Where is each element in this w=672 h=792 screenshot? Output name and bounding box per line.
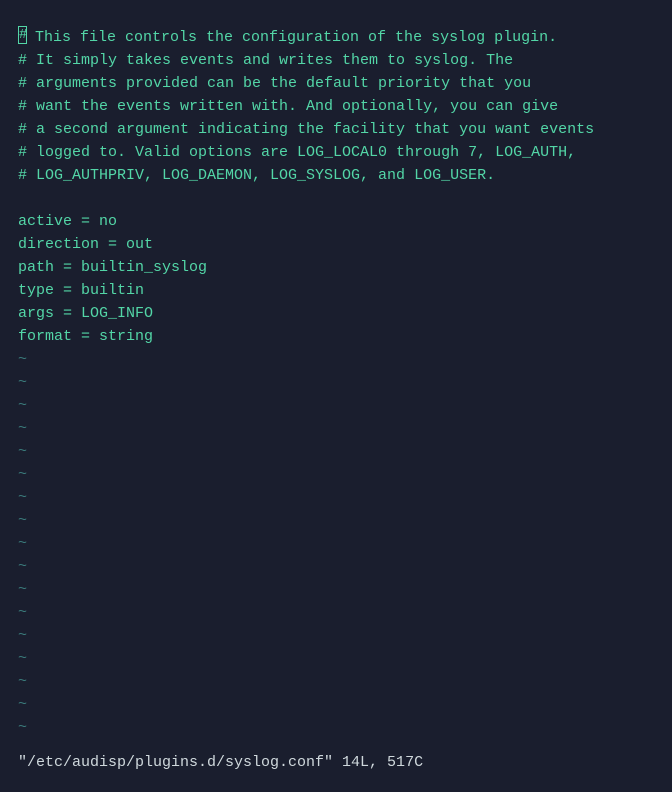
empty-line-marker: ~ <box>18 716 654 739</box>
line-2[interactable]: # It simply takes events and writes them… <box>18 49 654 72</box>
line-1-text: This file controls the configuration of … <box>26 29 557 46</box>
editor-buffer[interactable]: # This file controls the configuration o… <box>18 26 654 739</box>
empty-line-marker: ~ <box>18 509 654 532</box>
line-13[interactable]: args = LOG_INFO <box>18 302 654 325</box>
line-6[interactable]: # logged to. Valid options are LOG_LOCAL… <box>18 141 654 164</box>
empty-line-marker: ~ <box>18 486 654 509</box>
empty-line-marker: ~ <box>18 647 654 670</box>
line-3[interactable]: # arguments provided can be the default … <box>18 72 654 95</box>
cursor: # <box>18 26 27 44</box>
line-7[interactable]: # LOG_AUTHPRIV, LOG_DAEMON, LOG_SYSLOG, … <box>18 164 654 187</box>
empty-line-marker: ~ <box>18 440 654 463</box>
empty-line-marker: ~ <box>18 371 654 394</box>
empty-line-marker: ~ <box>18 348 654 371</box>
line-1[interactable]: # This file controls the configuration o… <box>18 26 654 49</box>
empty-line-marker: ~ <box>18 555 654 578</box>
empty-line-marker: ~ <box>18 693 654 716</box>
line-9[interactable]: active = no <box>18 210 654 233</box>
line-5[interactable]: # a second argument indicating the facil… <box>18 118 654 141</box>
vim-status-line: "/etc/audisp/plugins.d/syslog.conf" 14L,… <box>18 751 423 774</box>
empty-line-marker: ~ <box>18 463 654 486</box>
empty-line-marker: ~ <box>18 624 654 647</box>
empty-line-marker: ~ <box>18 394 654 417</box>
line-4[interactable]: # want the events written with. And opti… <box>18 95 654 118</box>
line-10[interactable]: direction = out <box>18 233 654 256</box>
empty-line-marker: ~ <box>18 670 654 693</box>
empty-line-marker: ~ <box>18 578 654 601</box>
empty-line-marker: ~ <box>18 532 654 555</box>
empty-line-marker: ~ <box>18 417 654 440</box>
line-8[interactable] <box>18 187 654 210</box>
line-11[interactable]: path = builtin_syslog <box>18 256 654 279</box>
empty-line-marker: ~ <box>18 601 654 624</box>
line-12[interactable]: type = builtin <box>18 279 654 302</box>
line-14[interactable]: format = string <box>18 325 654 348</box>
